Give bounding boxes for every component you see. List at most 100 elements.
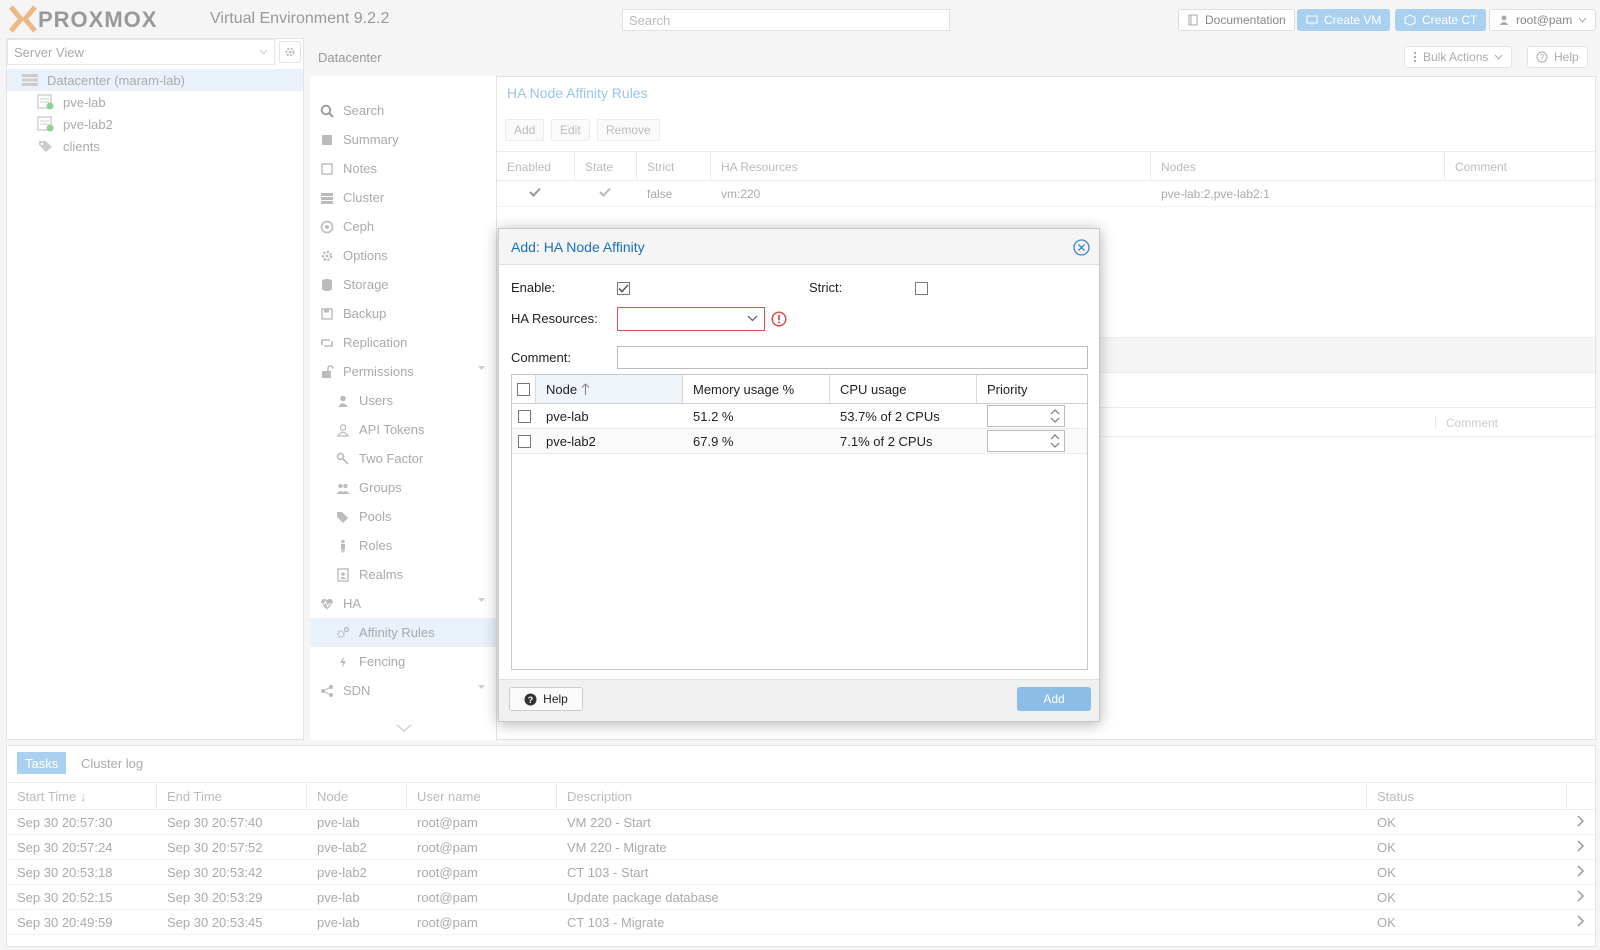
column-header[interactable]: State [575, 152, 637, 180]
edit-rule-button[interactable]: Edit [551, 119, 590, 141]
strict-checkbox[interactable] [915, 282, 928, 295]
dialog-footer: ? Help Add [499, 679, 1099, 721]
priority-cell [977, 429, 1087, 453]
comment-input[interactable] [617, 346, 1088, 369]
ha-resources-combobox[interactable] [617, 307, 765, 331]
tasks-panel: Tasks Cluster log Start Time ↓ End Time … [6, 745, 1596, 947]
task-end: Sep 30 20:53:29 [167, 890, 263, 905]
task-start: Sep 30 20:53:18 [17, 865, 113, 880]
help-label: Help [1554, 50, 1579, 64]
tree-item-pve-lab2[interactable]: pve-lab2 [7, 113, 303, 135]
menu-item-users[interactable]: Users [310, 386, 496, 415]
search-input[interactable]: Search [622, 9, 950, 31]
datacenter-menu: Search Summary Notes Cluster Ceph Option… [310, 76, 496, 740]
node-row-pve-lab[interactable]: pve-lab 51.2 % 53.7% of 2 CPUs [512, 404, 1087, 429]
menu-item-roles[interactable]: Roles [310, 531, 496, 560]
node-row-pve-lab2[interactable]: pve-lab2 67.9 % 7.1% of 2 CPUs [512, 429, 1087, 454]
add-rule-button[interactable]: Add [505, 119, 545, 141]
column-header[interactable]: Nodes [1151, 152, 1445, 180]
task-description: CT 103 - Start [567, 865, 649, 880]
tab-cluster-log[interactable]: Cluster log [73, 752, 151, 774]
row-checkbox[interactable] [517, 409, 531, 423]
tree-item-label: pve-lab2 [63, 116, 113, 132]
menu-item-cluster[interactable]: Cluster [310, 183, 496, 212]
column-header-start-time[interactable]: Start Time ↓ [7, 783, 157, 809]
tab-tasks[interactable]: Tasks [17, 752, 67, 774]
menu-item-affinity-rules[interactable]: Affinity Rules [310, 618, 496, 647]
menu-item-search[interactable]: Search [310, 96, 496, 125]
chevron-right-icon[interactable] [1567, 910, 1595, 934]
chevron-down-icon[interactable] [747, 315, 758, 322]
task-row[interactable]: Sep 30 20:53:18 Sep 30 20:53:42 pve-lab2… [7, 860, 1595, 885]
spinner-arrows-icon[interactable] [1050, 433, 1060, 449]
menu-item-sdn[interactable]: SDN [310, 676, 496, 705]
task-row[interactable]: Sep 30 20:57:24 Sep 30 20:57:52 pve-lab2… [7, 835, 1595, 860]
task-row[interactable]: Sep 30 20:57:30 Sep 30 20:57:40 pve-lab … [7, 810, 1595, 835]
sort-ascending-icon [581, 382, 590, 396]
logo-text: PROXMOX [38, 7, 158, 32]
documentation-button[interactable]: Documentation [1178, 9, 1295, 31]
priority-spinner[interactable] [987, 430, 1065, 452]
task-row[interactable]: Sep 30 20:49:59 Sep 30 20:53:45 pve-lab … [7, 910, 1595, 935]
column-header[interactable]: Status [1367, 783, 1567, 809]
tree-item-datacenter[interactable]: Datacenter (maram-lab) [7, 69, 303, 91]
view-selector[interactable]: Server View [7, 39, 275, 65]
menu-item-notes[interactable]: Notes [310, 154, 496, 183]
user-menu-button[interactable]: root@pam [1489, 9, 1597, 31]
menu-item-backup[interactable]: Backup [310, 299, 496, 328]
create-ct-button[interactable]: Create CT [1395, 9, 1487, 31]
menu-item-pools[interactable]: Pools [310, 502, 496, 531]
menu-item-label: API Tokens [359, 422, 425, 437]
row-checkbox[interactable] [517, 434, 531, 448]
spinner-arrows-icon[interactable] [1050, 408, 1060, 424]
dialog-add-button[interactable]: Add [1017, 687, 1091, 711]
chevron-right-icon[interactable] [1567, 835, 1595, 859]
nodes-cell: pve-lab:2,pve-lab2:1 [1161, 187, 1270, 201]
menu-item-replication[interactable]: Replication [310, 328, 496, 357]
menu-item-realms[interactable]: Realms [310, 560, 496, 589]
tree-item-clients[interactable]: clients [7, 135, 303, 157]
column-header-cpu[interactable]: CPU usage [830, 375, 977, 403]
column-header[interactable]: Comment [1435, 416, 1498, 430]
help-button[interactable]: ? Help [1527, 46, 1588, 68]
priority-spinner[interactable] [987, 405, 1065, 427]
enable-checkbox[interactable] [617, 282, 630, 295]
table-row[interactable]: false vm:220 pve-lab:2,pve-lab2:1 [497, 181, 1595, 207]
column-header[interactable]: Node [307, 783, 407, 809]
menu-item-two-factor[interactable]: Two Factor [310, 444, 496, 473]
menu-item-summary[interactable]: Summary [310, 125, 496, 154]
menu-item-label: Storage [343, 277, 389, 292]
chevron-right-icon[interactable] [1567, 810, 1595, 834]
select-all-checkbox[interactable] [517, 382, 530, 396]
tree-item-pve-lab[interactable]: pve-lab [7, 91, 303, 113]
dialog-help-button[interactable]: ? Help [509, 687, 583, 711]
column-header[interactable]: End Time [157, 783, 307, 809]
menu-item-fencing[interactable]: Fencing [310, 647, 496, 676]
column-header[interactable]: Enabled [497, 152, 575, 180]
menu-item-groups[interactable]: Groups [310, 473, 496, 502]
column-header[interactable]: Strict [637, 152, 711, 180]
close-icon[interactable] [1073, 239, 1090, 256]
column-header-node[interactable]: Node [536, 375, 683, 403]
scroll-down-icon[interactable] [396, 724, 412, 732]
bulk-actions-button[interactable]: Bulk Actions [1404, 46, 1513, 68]
remove-rule-button[interactable]: Remove [597, 119, 660, 141]
column-header[interactable]: User name [407, 783, 557, 809]
chevron-right-icon[interactable] [1567, 885, 1595, 909]
menu-item-permissions[interactable]: Permissions [310, 357, 496, 386]
menu-item-ha[interactable]: HA [310, 589, 496, 618]
secondary-panel-header [1077, 337, 1595, 373]
chevron-right-icon[interactable] [1567, 860, 1595, 884]
create-vm-button[interactable]: Create VM [1297, 9, 1391, 31]
tree-settings-button[interactable] [279, 41, 301, 63]
menu-item-options[interactable]: Options [310, 241, 496, 270]
menu-item-ceph[interactable]: Ceph [310, 212, 496, 241]
menu-item-storage[interactable]: Storage [310, 270, 496, 299]
task-row[interactable]: Sep 30 20:52:15 Sep 30 20:53:29 pve-lab … [7, 885, 1595, 910]
column-header[interactable]: HA Resources [711, 152, 1151, 180]
column-header-priority[interactable]: Priority [977, 375, 1087, 403]
menu-item-api-tokens[interactable]: API Tokens [310, 415, 496, 444]
column-header[interactable]: Description [557, 783, 1367, 809]
column-header-memory[interactable]: Memory usage % [683, 375, 830, 403]
column-header[interactable]: Comment [1445, 152, 1593, 180]
